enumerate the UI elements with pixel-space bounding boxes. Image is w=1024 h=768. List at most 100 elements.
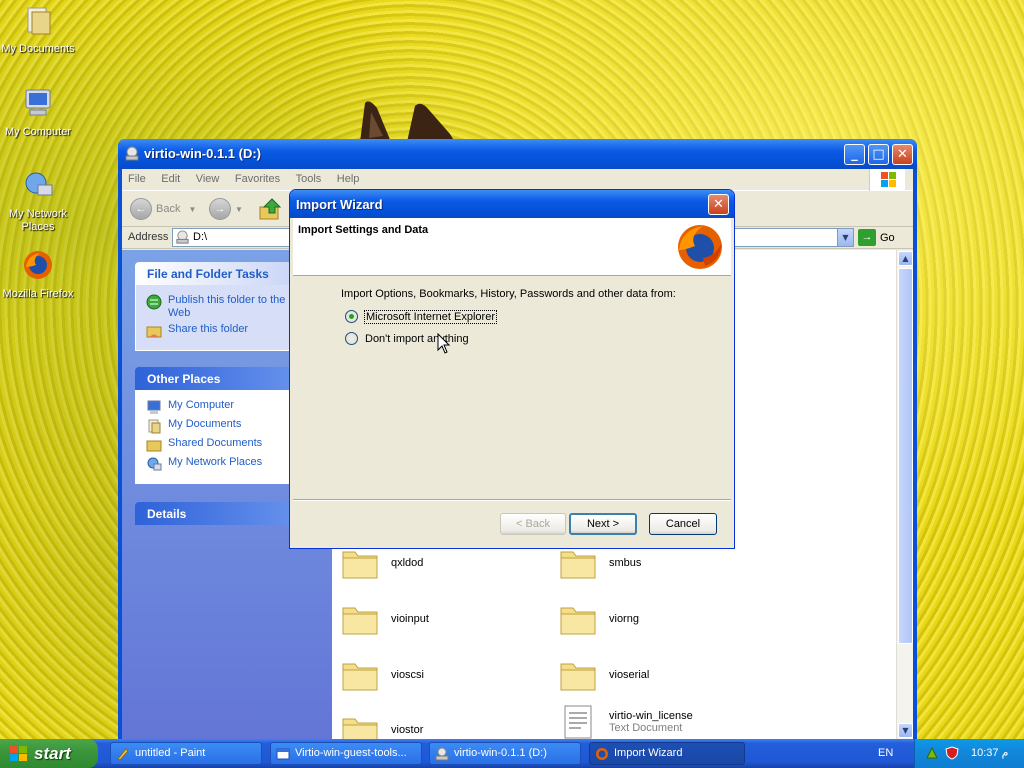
language-indicator[interactable]: EN (878, 747, 893, 759)
task-publish-folder[interactable]: Publish this folder to the Web (146, 294, 304, 320)
firefox-icon (24, 251, 52, 279)
go-arrow-icon: → (858, 229, 876, 246)
file-folder-tasks-header[interactable]: File and Folder Tasks (135, 262, 305, 285)
file-item-viorng[interactable]: viorng (559, 602, 639, 636)
mouse-cursor-icon (437, 333, 451, 354)
menu-edit[interactable]: Edit (155, 169, 186, 185)
other-places-panel: Other Places My Computer My Documents Sh… (135, 367, 305, 484)
file-item-vioscsi[interactable]: vioscsi (341, 658, 424, 692)
file-folder-tasks-panel: File and Folder Tasks Publish this folde… (135, 262, 305, 351)
radio-internet-explorer[interactable] (345, 310, 358, 323)
back-arrow-icon: ← (130, 198, 152, 220)
share-folder-icon (146, 326, 162, 338)
task-virtio-guest-tools[interactable]: Virtio-win-guest-tools... (270, 742, 422, 765)
file-item-qxldod[interactable]: qxldod (341, 546, 423, 580)
up-folder-icon (259, 198, 282, 220)
desktop-icon-mozilla-firefox[interactable]: Mozilla Firefox (0, 249, 76, 301)
forward-button[interactable]: → ▼ (209, 197, 243, 221)
drive-icon (176, 230, 189, 244)
wizard-close-button[interactable]: ✕ (708, 194, 729, 215)
desktop-icon-my-network-places[interactable]: My Network Places (0, 169, 76, 234)
system-tray: 10:37 م (914, 739, 1024, 768)
file-item-virtio-win-license[interactable]: virtio-win_license Text Document (559, 705, 693, 739)
task-import-wizard[interactable]: Import Wizard (589, 742, 745, 765)
window-icon (276, 748, 290, 760)
place-my-network-places[interactable]: My Network Places (146, 456, 304, 472)
wizard-titlebar[interactable]: Import Wizard ✕ (290, 190, 734, 218)
menu-help[interactable]: Help (331, 169, 366, 185)
network-tray-icon[interactable] (925, 746, 939, 760)
firefox-logo-icon (678, 225, 722, 269)
task-share-folder[interactable]: Share this folder (146, 323, 304, 339)
task-virtio-win-drive[interactable]: virtio-win-0.1.1 (D:) (429, 742, 581, 765)
wizard-separator (293, 499, 731, 501)
radio-dont-import[interactable] (345, 332, 358, 345)
menu-view[interactable]: View (190, 169, 226, 185)
folder-icon (146, 440, 162, 452)
folder-icon (560, 551, 596, 579)
address-value: D:\ (193, 231, 208, 243)
firefox-icon (596, 748, 608, 760)
computer-icon (25, 89, 51, 116)
scroll-up-button[interactable]: ▲ (898, 251, 913, 266)
computer-icon (147, 400, 161, 414)
wizard-body: Import Options, Bookmarks, History, Pass… (293, 277, 731, 499)
scroll-down-button[interactable]: ▼ (898, 723, 913, 738)
folder-icon (560, 663, 596, 691)
vertical-scrollbar[interactable]: ▲ ▼ (896, 250, 913, 739)
place-shared-documents[interactable]: Shared Documents (146, 437, 304, 453)
drive-icon (125, 146, 139, 161)
clock[interactable]: 10:37 م (971, 746, 1008, 759)
forward-arrow-icon: → (209, 198, 231, 220)
address-label: Address (128, 231, 169, 243)
file-item-vioserial[interactable]: vioserial (559, 658, 649, 692)
go-button[interactable]: → Go (858, 229, 895, 246)
desktop-icon-my-documents[interactable]: My Documents (0, 4, 76, 56)
menu-bar: File Edit View Favorites Tools Help (122, 169, 913, 191)
menu-favorites[interactable]: Favorites (229, 169, 286, 185)
details-header[interactable]: Details (135, 502, 305, 525)
horse-ears-wallpaper (360, 101, 455, 142)
file-folder-tasks-body: Publish this folder to the Web Share thi… (135, 285, 305, 351)
up-folder-button[interactable] (258, 197, 282, 221)
folder-icon (342, 663, 378, 691)
desktop-icon-my-computer[interactable]: My Computer (0, 87, 76, 139)
windows-flag-icon (881, 172, 896, 187)
scroll-thumb[interactable] (898, 268, 913, 644)
task-paint[interactable]: untitled - Paint (110, 742, 262, 765)
place-my-computer[interactable]: My Computer (146, 399, 304, 415)
address-dropdown-button[interactable]: ▼ (837, 229, 853, 246)
explorer-titlebar[interactable]: virtio-win-0.1.1 (D:) _ □ ✕ (118, 139, 917, 169)
drive-icon (435, 747, 449, 761)
back-button[interactable]: ← Back ▼ (130, 197, 196, 221)
minimize-button[interactable]: _ (844, 144, 865, 165)
other-places-header[interactable]: Other Places (135, 367, 305, 390)
menu-file[interactable]: File (122, 169, 152, 185)
globe-icon (146, 294, 162, 310)
network-icon (147, 457, 162, 471)
wizard-header: Import Settings and Data (293, 218, 731, 276)
file-item-vioinput[interactable]: vioinput (341, 602, 429, 636)
file-item-smbus[interactable]: smbus (559, 546, 641, 580)
wizard-heading: Import Settings and Data (298, 224, 429, 236)
place-my-documents[interactable]: My Documents (146, 418, 304, 434)
documents-icon (148, 419, 161, 434)
close-button[interactable]: ✕ (892, 144, 913, 165)
start-button[interactable]: start (0, 739, 98, 768)
security-shield-icon[interactable] (945, 746, 959, 760)
paint-icon (117, 748, 129, 761)
taskbar: start untitled - Paint Virtio-win-guest-… (0, 739, 1024, 768)
folder-icon (342, 551, 378, 579)
next-button[interactable]: Next > (569, 513, 637, 535)
folder-icon (342, 607, 378, 635)
maximize-button[interactable]: □ (868, 144, 889, 165)
back-button[interactable]: < Back (500, 513, 566, 535)
windows-logo (869, 169, 905, 191)
chevron-down-icon: ▼ (235, 204, 243, 214)
other-places-body: My Computer My Documents Shared Document… (135, 390, 305, 484)
cancel-button[interactable]: Cancel (649, 513, 717, 535)
option-internet-explorer[interactable]: Microsoft Internet Explorer (345, 309, 497, 324)
menu-tools[interactable]: Tools (290, 169, 328, 185)
text-document-icon (564, 705, 592, 739)
explorer-title: virtio-win-0.1.1 (D:) (144, 146, 262, 161)
